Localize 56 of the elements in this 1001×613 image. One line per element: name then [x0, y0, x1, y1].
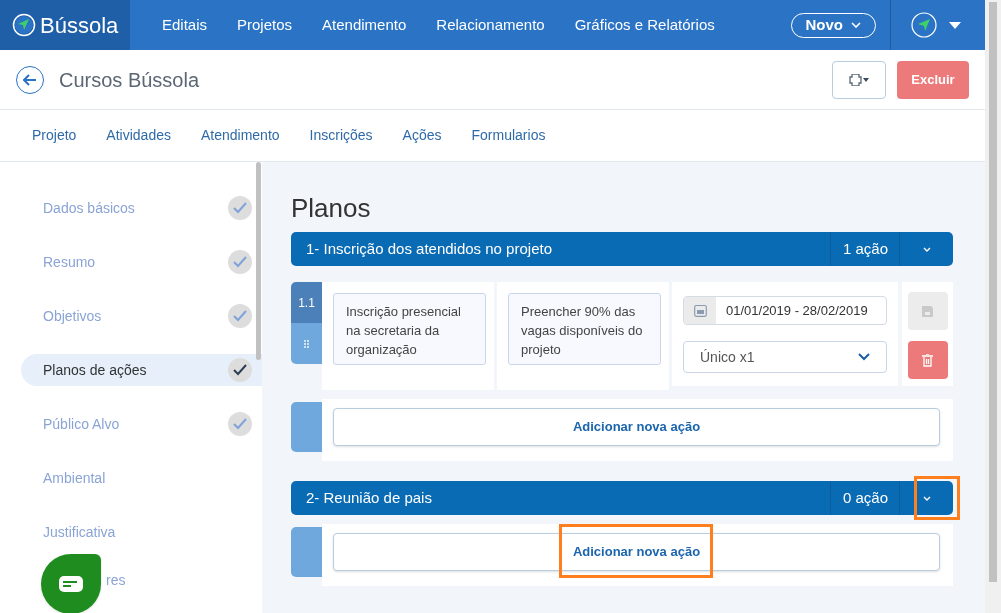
sidebar-item[interactable]: Dados básicos — [21, 192, 262, 224]
save-button[interactable] — [907, 292, 948, 330]
check-icon — [228, 412, 252, 436]
sidebar-item[interactable]: Planos de ações — [21, 354, 262, 386]
sidebar-item[interactable]: Resumo — [21, 246, 262, 278]
check-icon — [228, 250, 252, 274]
calendar-icon — [693, 304, 707, 317]
compass-icon — [12, 13, 36, 37]
chevron-down-icon — [922, 246, 931, 252]
nav-link[interactable]: Projetos — [237, 13, 293, 37]
section-title: Planos — [291, 192, 372, 224]
tab[interactable]: Projeto — [32, 109, 77, 162]
delete-button[interactable]: Excluir — [897, 60, 969, 99]
row-handle — [291, 527, 322, 577]
sidebar-item[interactable]: Objetivos — [21, 300, 262, 332]
delete-action-button[interactable] — [907, 341, 948, 379]
check-icon — [228, 358, 252, 382]
check-icon — [228, 196, 252, 220]
sidebar-item[interactable]: Justificativa — [21, 516, 262, 548]
sidebar-item[interactable]: Ambiental — [21, 462, 262, 494]
trash-icon — [922, 353, 933, 367]
plan-header: 1- Inscrição dos atendidos no projeto 1 ação — [291, 232, 953, 266]
sidebar-item[interactable]: res — [21, 564, 262, 596]
nav-link[interactable]: Gráficos e Relatórios — [574, 13, 715, 37]
drag-handle-icon — [304, 339, 309, 348]
nav-link[interactable]: Atendimento — [322, 13, 407, 37]
row-handle — [291, 402, 322, 452]
tab[interactable]: Atividades — [106, 109, 171, 162]
tab[interactable]: Ações — [402, 109, 442, 162]
chevron-down-icon — [922, 495, 931, 501]
page-title: Cursos Bússola — [59, 67, 200, 93]
chevron-down-icon — [851, 22, 861, 28]
nav-link[interactable]: Editais — [162, 13, 208, 37]
check-icon — [228, 304, 252, 328]
text-area[interactable]: Inscrição presencial na secretaria da organização — [333, 293, 486, 365]
avatar-icon — [911, 12, 937, 38]
tab[interactable]: Inscrições — [309, 109, 373, 162]
chat-button[interactable] — [41, 554, 101, 613]
scrollbar[interactable] — [256, 162, 261, 360]
arrow-left-icon — [23, 73, 37, 86]
text-area[interactable]: Preencher 90% das vagas disponíveis do projeto — [508, 293, 661, 365]
sidebar-item[interactable]: Público Alvo — [21, 408, 262, 440]
tab[interactable]: Formularios — [471, 109, 546, 162]
add-action-button[interactable]: Adicionar nova ação — [333, 408, 940, 446]
scrollbar[interactable] — [985, 0, 1001, 613]
caret-icon — [949, 21, 961, 29]
date-range-field[interactable]: 01/01/2019 - 28/02/2019 — [683, 296, 887, 325]
nav-link[interactable]: Relacionamento — [436, 13, 545, 37]
chevron-down-icon — [858, 353, 870, 361]
frequency-select[interactable]: Único x1 — [683, 341, 887, 373]
tab[interactable]: Atendimento — [200, 109, 280, 162]
chat-icon — [59, 576, 83, 592]
add-action-button[interactable]: Adicionar nova ação — [333, 533, 940, 571]
print-button[interactable] — [832, 60, 886, 99]
logo[interactable]: Bússola — [0, 0, 130, 50]
printer-icon — [849, 73, 869, 86]
